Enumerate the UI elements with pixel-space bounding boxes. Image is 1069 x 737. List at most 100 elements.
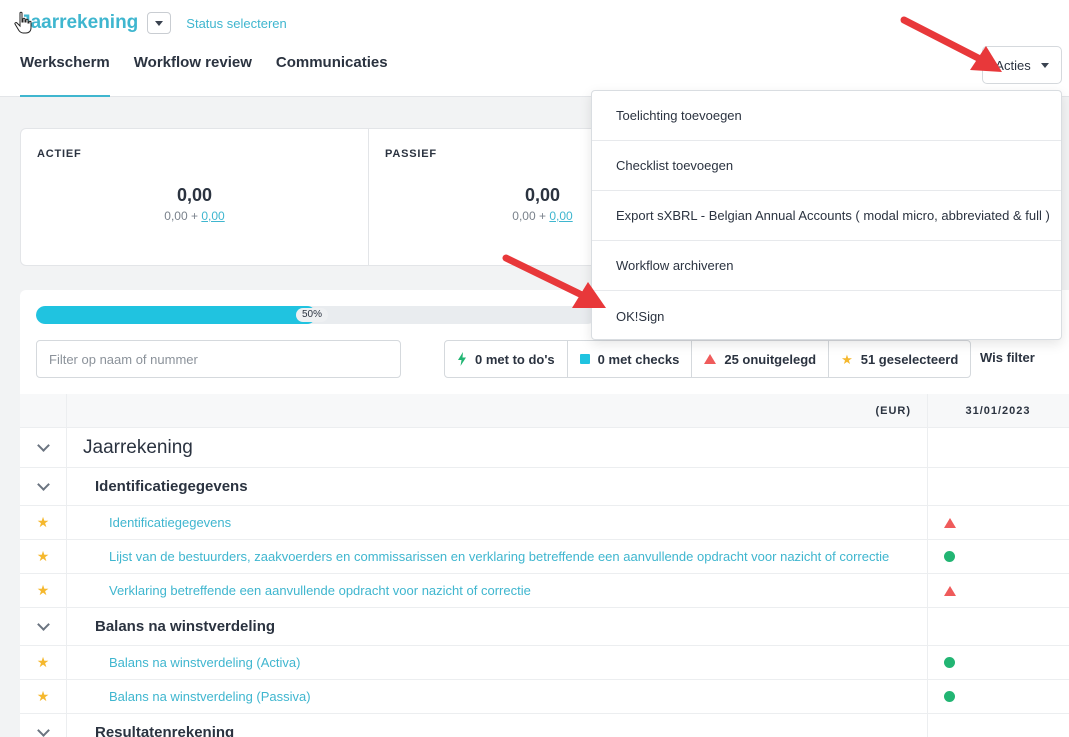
currency-header: (EUR) — [67, 394, 928, 427]
row-link[interactable]: Identificatiegegevens — [67, 506, 928, 539]
star-icon: ★ — [841, 351, 853, 367]
chip-geselecteerd[interactable]: ★ 51 geselecteerd — [829, 341, 970, 377]
row-link[interactable]: Balans na winstverdeling (Activa) — [67, 646, 928, 679]
summary-label: PASSIEF — [385, 148, 437, 160]
title-dropdown-button[interactable] — [147, 12, 172, 34]
row-group-label: Jaarrekening — [67, 428, 928, 467]
tab-bar: Werkscherm Workflow review Communicaties — [20, 54, 388, 97]
star-icon[interactable]: ★ — [37, 582, 50, 599]
row-link[interactable]: Balans na winstverdeling (Passiva) — [67, 680, 928, 713]
row-lead-cell: ★ — [20, 506, 67, 539]
chevron-down-icon[interactable] — [36, 439, 50, 452]
row-status-cell — [928, 608, 1068, 645]
date-header: 31/01/2023 — [965, 404, 1031, 417]
summary-actief: ACTIEF 0,00 0,00 + 0,00 — [21, 129, 368, 265]
row-lead-cell: ★ — [20, 680, 67, 713]
chip-checks[interactable]: 0 met checks — [568, 341, 693, 377]
bolt-icon — [458, 352, 466, 366]
chip-label: 25 onuitgelegd — [724, 351, 817, 367]
summary-value: 0,00 — [176, 185, 213, 205]
star-icon[interactable]: ★ — [37, 548, 50, 565]
data-table: (EUR) 31/01/2023 Jaarrekening Identificat… — [20, 394, 1069, 737]
table-body: Jaarrekening Identificatiegegevens ★ Identi… — [20, 428, 1069, 737]
chip-onuitgelegd[interactable]: 25 onuitgelegd — [692, 341, 830, 377]
warning-triangle-icon — [944, 585, 956, 596]
tab-werkscherm[interactable]: Werkscherm — [20, 54, 110, 97]
summary-sub-link[interactable]: 0,00 — [549, 209, 572, 223]
page-header: Jaarrekening Status selecteren Werkscher… — [0, 0, 1069, 97]
title-row: Jaarrekening Status selecteren — [20, 10, 287, 36]
summary-label: ACTIEF — [37, 148, 82, 160]
row-lead-cell: ★ — [20, 540, 67, 573]
chip-label: 0 met checks — [597, 351, 680, 367]
row-status-cell — [928, 646, 1068, 679]
row-link[interactable]: Lijst van de bestuurders, zaakvoerders e… — [67, 540, 928, 573]
status-ok-dot-icon — [944, 657, 955, 668]
chevron-down-icon — [155, 20, 164, 26]
table-row[interactable]: ★ Balans na winstverdeling (Activa) — [20, 646, 1069, 680]
row-lead-cell: ★ — [20, 574, 67, 607]
row-status-cell — [928, 574, 1068, 607]
page-title[interactable]: Jaarrekening — [20, 12, 138, 34]
chevron-down-icon[interactable] — [36, 618, 50, 631]
chip-todos[interactable]: 0 met to do's — [445, 341, 568, 377]
row-link[interactable]: Verklaring betreffende een aanvullende o… — [67, 574, 928, 607]
acties-button[interactable]: Acties — [982, 46, 1062, 84]
row-lead-cell: ★ — [20, 646, 67, 679]
summary-sub-left: 0,00 + — [164, 209, 198, 223]
chip-label: 51 geselecteerd — [860, 351, 959, 367]
status-select-link[interactable]: Status selecteren — [186, 16, 286, 31]
table-group-row[interactable]: Resultatenrekening — [20, 714, 1069, 737]
clear-filter-button[interactable]: Wis filter — [980, 350, 1035, 365]
row-group-label: Identificatiegegevens — [67, 468, 928, 505]
table-row[interactable]: ★ Balans na winstverdeling (Passiva) — [20, 680, 1069, 714]
menu-item-workflow-archiveren[interactable]: Workflow archiveren — [592, 241, 1061, 291]
table-row[interactable]: ★ Verklaring betreffende een aanvullende … — [20, 574, 1069, 608]
acties-label: Acties — [995, 57, 1031, 73]
table-group-row[interactable]: Identificatiegegevens — [20, 468, 1069, 506]
row-status-cell — [928, 506, 1068, 539]
row-lead-cell — [20, 468, 67, 505]
table-header-row: (EUR) 31/01/2023 — [20, 394, 1069, 428]
tab-workflow-review[interactable]: Workflow review — [134, 54, 252, 97]
menu-item-oksign[interactable]: OK!Sign — [592, 291, 1061, 341]
progress-fill — [36, 306, 316, 324]
triangle-icon — [704, 354, 717, 364]
progress-bar: 50% — [36, 306, 596, 324]
star-icon[interactable]: ★ — [37, 688, 50, 705]
chip-label: 0 met to do's — [475, 351, 555, 367]
summary-sub-link[interactable]: 0,00 — [201, 209, 224, 223]
summary-sub-left: 0,00 + — [512, 209, 546, 223]
star-icon[interactable]: ★ — [37, 514, 50, 531]
row-lead-cell — [20, 428, 67, 467]
status-ok-dot-icon — [944, 551, 955, 562]
chevron-down-icon — [1040, 62, 1049, 68]
menu-item-checklist-toevoegen[interactable]: Checklist toevoegen — [592, 141, 1061, 191]
table-row[interactable]: ★ Identificatiegegevens — [20, 506, 1069, 540]
table-group-row[interactable]: Jaarrekening — [20, 428, 1069, 468]
table-group-row[interactable]: Balans na winstverdeling — [20, 608, 1069, 646]
chevron-down-icon[interactable] — [36, 724, 50, 737]
acties-dropdown-menu: Toelichting toevoegen Checklist toevoege… — [591, 90, 1062, 340]
row-lead-cell — [20, 608, 67, 645]
row-status-cell — [928, 468, 1068, 505]
chevron-down-icon[interactable] — [36, 478, 50, 491]
filter-input[interactable] — [36, 340, 401, 378]
row-status-cell — [928, 428, 1068, 467]
main-panel: 50% 0 met to do's 0 met checks 25 onuitg… — [20, 290, 1069, 737]
menu-item-toelichting-toevoegen[interactable]: Toelichting toevoegen — [592, 91, 1061, 141]
warning-triangle-icon — [944, 517, 956, 528]
row-group-label: Balans na winstverdeling — [67, 608, 928, 645]
row-status-cell — [928, 680, 1068, 713]
row-lead-cell — [20, 714, 67, 737]
star-icon[interactable]: ★ — [37, 654, 50, 671]
table-row[interactable]: ★ Lijst van de bestuurders, zaakvoerders … — [20, 540, 1069, 574]
filter-chips: 0 met to do's 0 met checks 25 onuitgeleg… — [444, 340, 972, 378]
menu-item-export-sxbrl[interactable]: Export sXBRL - Belgian Annual Accounts (… — [592, 191, 1061, 241]
row-status-cell — [928, 714, 1068, 737]
summary-sub: 0,00 + 0,00 — [21, 209, 368, 223]
tab-communicaties[interactable]: Communicaties — [276, 54, 388, 97]
table-header-lead — [20, 394, 67, 427]
progress-label: 50% — [296, 308, 329, 322]
row-group-label: Resultatenrekening — [67, 714, 928, 737]
